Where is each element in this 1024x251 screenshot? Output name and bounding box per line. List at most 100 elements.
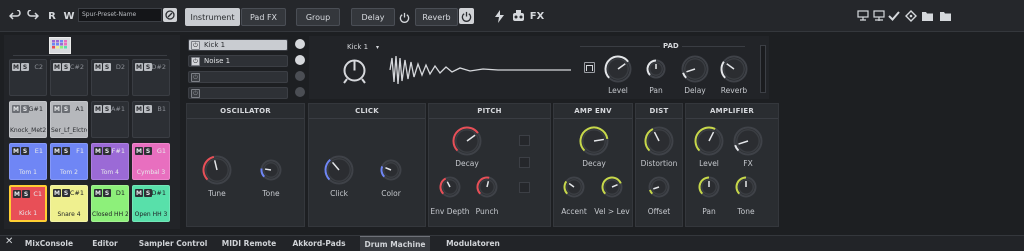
pad-mute-button[interactable]: M <box>94 189 102 197</box>
pitch-decay-knob[interactable] <box>452 126 482 156</box>
pad-solo-button[interactable]: S <box>62 147 70 155</box>
close-icon[interactable]: ✕ <box>5 236 13 247</box>
pitch-toggle-icon[interactable] <box>519 135 530 146</box>
amp-pan-knob[interactable] <box>698 176 720 198</box>
layer-power-icon[interactable]: ⏻ <box>191 89 200 98</box>
tab-editor[interactable]: Editor <box>83 236 127 251</box>
drum-pad[interactable]: M S G1 Cymbal 3 <box>132 143 170 180</box>
tab-instrument[interactable]: Instrument <box>185 8 240 26</box>
drum-pad[interactable]: M S G#1 Knock_Met2 <box>9 101 47 138</box>
tab-akkord-pads[interactable]: Akkord-Pads <box>288 236 350 251</box>
pad-mute-button[interactable]: M <box>94 63 102 71</box>
pad-mute-button[interactable]: M <box>13 190 21 198</box>
drum-pad[interactable]: M S D1 Closed HH 2 <box>91 185 129 222</box>
pad-mute-button[interactable]: M <box>53 189 61 197</box>
layer-volume-knob[interactable] <box>295 71 305 81</box>
layer-volume-knob[interactable] <box>295 39 305 49</box>
pad-mute-button[interactable]: M <box>53 147 61 155</box>
redo-icon[interactable] <box>24 7 42 25</box>
amp-tone-knob[interactable] <box>735 176 757 198</box>
lightning-icon[interactable] <box>490 7 508 25</box>
env-depth-knob[interactable] <box>439 176 461 198</box>
delay-button[interactable]: Delay <box>351 8 395 26</box>
undo-icon[interactable] <box>6 7 24 25</box>
pad-mute-button[interactable]: M <box>94 105 102 113</box>
layer-power-icon[interactable]: ⏻ <box>191 73 200 82</box>
click-knob[interactable] <box>324 155 354 185</box>
delay-knob[interactable] <box>681 55 709 83</box>
pad-mute-button[interactable]: M <box>135 105 143 113</box>
layer-volume-knob[interactable] <box>295 55 305 65</box>
pad-solo-button[interactable]: S <box>144 105 152 113</box>
distortion-knob[interactable] <box>644 126 674 156</box>
reverb-knob[interactable] <box>720 55 748 83</box>
pad-mute-button[interactable]: M <box>12 63 20 71</box>
folder-icon[interactable] <box>936 7 954 25</box>
write-button[interactable]: W <box>60 7 78 25</box>
chevron-down-icon[interactable]: ▾ <box>376 44 379 51</box>
pad-solo-button[interactable]: S <box>103 63 111 71</box>
tab-sampler-control[interactable]: Sampler Control <box>136 236 210 251</box>
read-button[interactable]: R <box>43 7 61 25</box>
layer-power-icon[interactable]: ⏻ <box>191 41 200 50</box>
pitch-toggle-icon[interactable] <box>519 157 530 168</box>
vel-lev-knob[interactable] <box>601 176 623 198</box>
sample-name[interactable]: Kick 1 <box>347 43 368 51</box>
pad-solo-button[interactable]: S <box>103 147 111 155</box>
delay-power-icon[interactable] <box>395 8 413 26</box>
drum-pad[interactable]: M S D#1 Open HH 3 <box>132 185 170 222</box>
drum-pad[interactable]: M S A1 Ser_Lf_Elctrc <box>50 101 88 138</box>
sampler-icon[interactable] <box>509 7 527 25</box>
folder-open-icon[interactable] <box>918 7 936 25</box>
punch-knob[interactable] <box>476 176 498 198</box>
pad-solo-button[interactable]: S <box>103 105 111 113</box>
pad-solo-button[interactable]: S <box>62 105 70 113</box>
amp-level-knob[interactable] <box>694 126 724 156</box>
pad-solo-button[interactable]: S <box>22 190 30 198</box>
drum-pad[interactable]: M S F#1 Tom 4 <box>91 143 129 180</box>
layer-row[interactable]: ⏻ <box>188 87 288 99</box>
layer-row[interactable]: ⏻ <box>188 71 288 83</box>
drum-pad[interactable]: M S C#2 <box>50 59 88 96</box>
drum-pad[interactable]: M S C2 <box>9 59 47 96</box>
tab-modulatoren[interactable]: Modulatoren <box>440 236 506 251</box>
pad-solo-button[interactable]: S <box>62 63 70 71</box>
drum-pad[interactable]: M S E1 Tom 1 <box>9 143 47 180</box>
drum-pad[interactable]: M S F1 Tom 2 <box>50 143 88 180</box>
reverb-power-icon[interactable] <box>459 8 474 24</box>
pad-solo-button[interactable]: S <box>62 189 70 197</box>
preset-browser-icon[interactable] <box>163 8 177 22</box>
pad-mute-button[interactable]: M <box>135 147 143 155</box>
tab-mixconsole[interactable]: MixConsole <box>20 236 78 251</box>
layer-power-icon[interactable]: ⏻ <box>191 57 200 66</box>
drum-pad[interactable]: M S C1 Kick 1 <box>9 185 47 222</box>
level-knob[interactable] <box>604 55 632 83</box>
pad-mute-button[interactable]: M <box>12 105 20 113</box>
accent-knob[interactable] <box>563 176 585 198</box>
pad-mute-button[interactable]: M <box>135 63 143 71</box>
check-icon[interactable] <box>885 7 903 25</box>
reverb-button[interactable]: Reverb <box>415 8 458 26</box>
preset-name-field[interactable]: Spur-Preset-Name <box>78 8 162 22</box>
drum-pad[interactable]: M S A#1 <box>91 101 129 138</box>
pad-mute-button[interactable]: M <box>135 189 143 197</box>
tab-drum-machine[interactable]: Drum Machine <box>360 236 430 251</box>
pad-solo-button[interactable]: S <box>103 189 111 197</box>
tune-knob[interactable] <box>202 155 232 185</box>
pad-solo-button[interactable]: S <box>21 147 29 155</box>
amp-decay-knob[interactable] <box>579 126 609 156</box>
fx-button[interactable]: FX <box>528 7 546 25</box>
pad-mute-button[interactable]: M <box>94 147 102 155</box>
drum-pad[interactable]: M S B1 <box>132 101 170 138</box>
pad-mute-button[interactable]: M <box>12 147 20 155</box>
pan-knob[interactable] <box>646 59 666 79</box>
pitch-toggle-icon[interactable] <box>519 182 530 193</box>
drum-pad[interactable]: M S C#1 Snare 4 <box>50 185 88 222</box>
tone-knob[interactable] <box>260 159 282 181</box>
pad-solo-button[interactable]: S <box>21 63 29 71</box>
layer-row[interactable]: ⏻ Noise 1 <box>188 55 288 67</box>
layer-row[interactable]: ⏻ Kick 1 <box>188 39 288 51</box>
layer-volume-knob[interactable] <box>295 87 305 97</box>
tab-pad-fx[interactable]: Pad FX <box>241 8 286 26</box>
drum-pad[interactable]: M S D#2 <box>132 59 170 96</box>
